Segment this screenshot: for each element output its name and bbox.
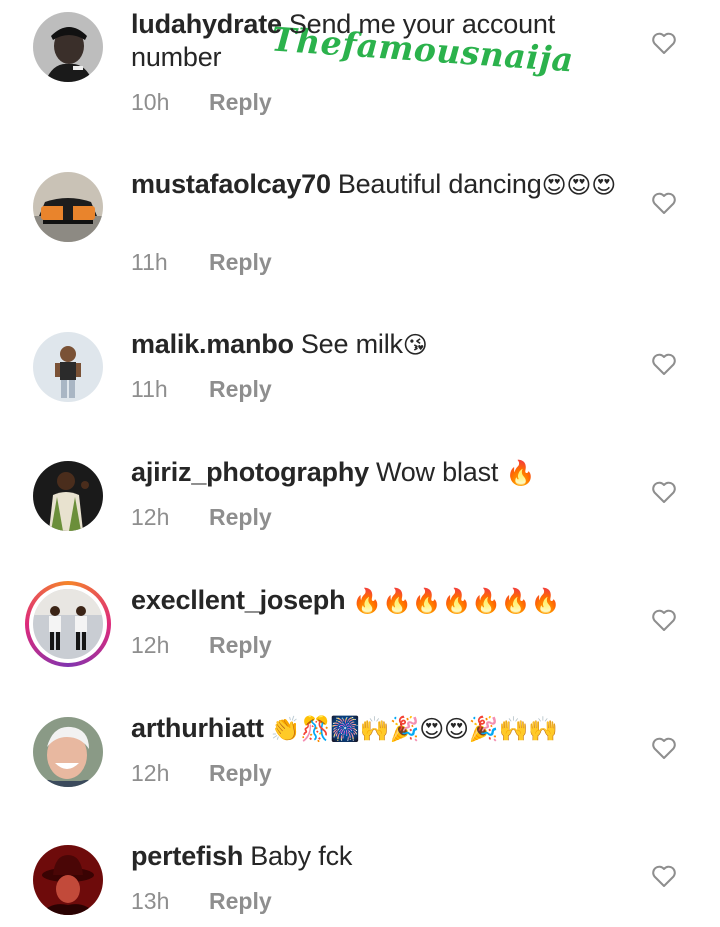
comment-username[interactable]: malik.manbo xyxy=(131,329,294,359)
comment-timestamp: 13h xyxy=(131,888,170,914)
comment-timestamp: 12h xyxy=(131,632,170,658)
comment-text: Baby fck xyxy=(250,841,353,871)
heart-icon[interactable] xyxy=(651,736,677,760)
heart-icon[interactable] xyxy=(651,352,677,376)
heart-icon[interactable] xyxy=(651,31,677,55)
avatar[interactable] xyxy=(33,172,103,242)
comment-username[interactable]: arthurhiatt xyxy=(131,713,264,743)
heart-icon[interactable] xyxy=(651,608,677,632)
man-in-vest-avatar-icon xyxy=(33,461,103,531)
reply-button[interactable]: Reply xyxy=(209,504,272,530)
heart-icon[interactable] xyxy=(651,480,677,504)
man-in-cap-avatar-icon xyxy=(33,12,103,82)
comment-emoji: 😘 xyxy=(402,331,428,359)
comment-username[interactable]: mustafaolcay70 xyxy=(131,169,331,199)
avatar[interactable] xyxy=(33,332,103,402)
comment-timestamp: 12h xyxy=(131,504,170,530)
reply-button[interactable]: Reply xyxy=(209,760,272,786)
comment-username[interactable]: ajiriz_photography xyxy=(131,457,369,487)
avatar[interactable] xyxy=(33,461,103,531)
avatar[interactable] xyxy=(33,12,103,82)
comment-timestamp: 10h xyxy=(131,89,170,115)
comment-emoji: 😍😍😍 xyxy=(541,171,617,199)
two-men-avatar-icon xyxy=(33,589,103,659)
comment-emoji: 🔥 xyxy=(505,459,536,487)
reply-button[interactable]: Reply xyxy=(209,89,272,115)
comment-text: Beautiful dancing xyxy=(337,169,542,199)
avatar[interactable] xyxy=(33,845,103,915)
comment-username[interactable]: pertefish xyxy=(131,841,243,871)
reply-button[interactable]: Reply xyxy=(209,249,272,275)
avatar-with-story-ring[interactable] xyxy=(25,581,111,667)
comment-username[interactable]: execllent_joseph xyxy=(131,585,346,615)
man-in-shirt-avatar-icon xyxy=(33,332,103,402)
orange-car-avatar-icon xyxy=(33,172,103,242)
reply-button[interactable]: Reply xyxy=(209,888,272,914)
comment-text: See milk xyxy=(300,329,403,359)
heart-icon[interactable] xyxy=(651,864,677,888)
reply-button[interactable]: Reply xyxy=(209,376,272,402)
smiling-man-avatar-icon xyxy=(33,717,103,787)
heart-icon[interactable] xyxy=(651,191,677,215)
comment-timestamp: 11h xyxy=(131,249,168,275)
reply-button[interactable]: Reply xyxy=(209,632,272,658)
comment-timestamp: 11h xyxy=(131,376,168,402)
comment-emoji: 🔥🔥🔥🔥🔥🔥🔥 xyxy=(352,587,561,615)
red-hat-avatar-icon xyxy=(33,845,103,915)
comment-emoji: 👏🎊🎆🙌🎉😍😍🎉🙌🙌 xyxy=(270,715,558,743)
avatar[interactable] xyxy=(33,717,103,787)
comment-text: Wow blast xyxy=(375,457,506,487)
comment-username[interactable]: ludahydrate xyxy=(131,9,282,39)
comment-timestamp: 12h xyxy=(131,760,170,786)
